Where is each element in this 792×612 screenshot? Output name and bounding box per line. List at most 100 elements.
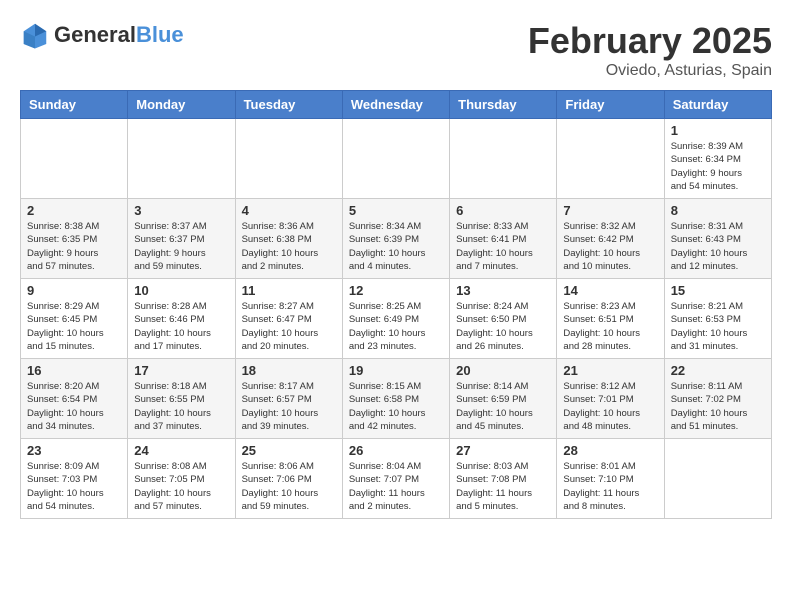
day-info: Sunrise: 8:38 AM Sunset: 6:35 PM Dayligh… xyxy=(27,220,121,273)
day-number: 24 xyxy=(134,443,228,458)
calendar-cell xyxy=(21,119,128,199)
calendar-week-row: 23 Sunrise: 8:09 AM Sunset: 7:03 PM Dayli… xyxy=(21,439,772,519)
calendar-cell: 22 Sunrise: 8:11 AM Sunset: 7:02 PM Dayli… xyxy=(664,359,771,439)
calendar-cell: 21Sunrise: 8:12 AM Sunset: 7:01 PM Dayli… xyxy=(557,359,664,439)
calendar-cell: 3Sunrise: 8:37 AM Sunset: 6:37 PM Daylig… xyxy=(128,199,235,279)
calendar-cell: 24Sunrise: 8:08 AM Sunset: 7:05 PM Dayli… xyxy=(128,439,235,519)
day-info: Sunrise: 8:27 AM Sunset: 6:47 PM Dayligh… xyxy=(242,300,336,353)
day-info: Sunrise: 8:17 AM Sunset: 6:57 PM Dayligh… xyxy=(242,380,336,433)
calendar-week-row: 16 Sunrise: 8:20 AM Sunset: 6:54 PM Dayli… xyxy=(21,359,772,439)
calendar-cell: 6 Sunrise: 8:33 AM Sunset: 6:41 PM Daylig… xyxy=(450,199,557,279)
calendar-cell: 11Sunrise: 8:27 AM Sunset: 6:47 PM Dayli… xyxy=(235,279,342,359)
calendar-cell: 20 Sunrise: 8:14 AM Sunset: 6:59 PM Dayli… xyxy=(450,359,557,439)
weekday-header: Saturday xyxy=(664,91,771,119)
day-info: Sunrise: 8:06 AM Sunset: 7:06 PM Dayligh… xyxy=(242,460,336,513)
day-number: 19 xyxy=(349,363,443,378)
day-number: 18 xyxy=(242,363,336,378)
day-info: Sunrise: 8:12 AM Sunset: 7:01 PM Dayligh… xyxy=(563,380,657,433)
day-number: 16 xyxy=(27,363,121,378)
day-info: Sunrise: 8:25 AM Sunset: 6:49 PM Dayligh… xyxy=(349,300,443,353)
day-info: Sunrise: 8:29 AM Sunset: 6:45 PM Dayligh… xyxy=(27,300,121,353)
day-info: Sunrise: 8:24 AM Sunset: 6:50 PM Dayligh… xyxy=(456,300,550,353)
day-info: Sunrise: 8:34 AM Sunset: 6:39 PM Dayligh… xyxy=(349,220,443,273)
day-number: 7 xyxy=(563,203,657,218)
day-number: 15 xyxy=(671,283,765,298)
day-number: 12 xyxy=(349,283,443,298)
day-number: 4 xyxy=(242,203,336,218)
calendar-cell: 2 Sunrise: 8:38 AM Sunset: 6:35 PM Daylig… xyxy=(21,199,128,279)
calendar-cell: 18 Sunrise: 8:17 AM Sunset: 6:57 PM Dayli… xyxy=(235,359,342,439)
calendar-cell: 1 Sunrise: 8:39 AM Sunset: 6:34 PM Daylig… xyxy=(664,119,771,199)
logo-text: GeneralBlue xyxy=(54,22,184,48)
day-number: 1 xyxy=(671,123,765,138)
page: GeneralBlue February 2025 Oviedo, Asturi… xyxy=(0,0,792,539)
day-number: 20 xyxy=(456,363,550,378)
calendar-cell xyxy=(557,119,664,199)
calendar-header-row: SundayMondayTuesdayWednesdayThursdayFrid… xyxy=(21,91,772,119)
logo-icon xyxy=(20,20,50,50)
logo-blue: Blue xyxy=(136,22,184,47)
calendar-cell: 14 Sunrise: 8:23 AM Sunset: 6:51 PM Dayli… xyxy=(557,279,664,359)
day-info: Sunrise: 8:36 AM Sunset: 6:38 PM Dayligh… xyxy=(242,220,336,273)
calendar-cell: 10Sunrise: 8:28 AM Sunset: 6:46 PM Dayli… xyxy=(128,279,235,359)
logo: GeneralBlue xyxy=(20,20,184,50)
day-info: Sunrise: 8:31 AM Sunset: 6:43 PM Dayligh… xyxy=(671,220,765,273)
day-number: 22 xyxy=(671,363,765,378)
weekday-header: Thursday xyxy=(450,91,557,119)
day-number: 2 xyxy=(27,203,121,218)
day-number: 26 xyxy=(349,443,443,458)
calendar-cell: 25Sunrise: 8:06 AM Sunset: 7:06 PM Dayli… xyxy=(235,439,342,519)
calendar-cell xyxy=(235,119,342,199)
calendar-cell: 17 Sunrise: 8:18 AM Sunset: 6:55 PM Dayli… xyxy=(128,359,235,439)
weekday-header: Wednesday xyxy=(342,91,449,119)
calendar-subtitle: Oviedo, Asturias, Spain xyxy=(528,62,772,80)
day-info: Sunrise: 8:32 AM Sunset: 6:42 PM Dayligh… xyxy=(563,220,657,273)
day-number: 5 xyxy=(349,203,443,218)
day-info: Sunrise: 8:18 AM Sunset: 6:55 PM Dayligh… xyxy=(134,380,228,433)
day-info: Sunrise: 8:14 AM Sunset: 6:59 PM Dayligh… xyxy=(456,380,550,433)
calendar-week-row: 9 Sunrise: 8:29 AM Sunset: 6:45 PM Daylig… xyxy=(21,279,772,359)
day-number: 23 xyxy=(27,443,121,458)
day-info: Sunrise: 8:39 AM Sunset: 6:34 PM Dayligh… xyxy=(671,140,765,193)
day-info: Sunrise: 8:15 AM Sunset: 6:58 PM Dayligh… xyxy=(349,380,443,433)
calendar-cell: 4 Sunrise: 8:36 AM Sunset: 6:38 PM Daylig… xyxy=(235,199,342,279)
header: GeneralBlue February 2025 Oviedo, Asturi… xyxy=(20,20,772,80)
day-number: 6 xyxy=(456,203,550,218)
title-area: February 2025 Oviedo, Asturias, Spain xyxy=(528,20,772,80)
day-info: Sunrise: 8:20 AM Sunset: 6:54 PM Dayligh… xyxy=(27,380,121,433)
logo-general: General xyxy=(54,22,136,47)
calendar-table: SundayMondayTuesdayWednesdayThursdayFrid… xyxy=(20,90,772,519)
day-info: Sunrise: 8:11 AM Sunset: 7:02 PM Dayligh… xyxy=(671,380,765,433)
calendar-cell: 12 Sunrise: 8:25 AM Sunset: 6:49 PM Dayli… xyxy=(342,279,449,359)
weekday-header: Sunday xyxy=(21,91,128,119)
day-info: Sunrise: 8:09 AM Sunset: 7:03 PM Dayligh… xyxy=(27,460,121,513)
day-number: 17 xyxy=(134,363,228,378)
calendar-cell xyxy=(450,119,557,199)
day-info: Sunrise: 8:33 AM Sunset: 6:41 PM Dayligh… xyxy=(456,220,550,273)
day-number: 8 xyxy=(671,203,765,218)
calendar-cell: 7 Sunrise: 8:32 AM Sunset: 6:42 PM Daylig… xyxy=(557,199,664,279)
calendar-cell xyxy=(342,119,449,199)
calendar-cell: 26 Sunrise: 8:04 AM Sunset: 7:07 PM Dayli… xyxy=(342,439,449,519)
day-number: 9 xyxy=(27,283,121,298)
day-info: Sunrise: 8:23 AM Sunset: 6:51 PM Dayligh… xyxy=(563,300,657,353)
calendar-cell: 13 Sunrise: 8:24 AM Sunset: 6:50 PM Dayli… xyxy=(450,279,557,359)
calendar-cell: 5 Sunrise: 8:34 AM Sunset: 6:39 PM Daylig… xyxy=(342,199,449,279)
calendar-cell: 23 Sunrise: 8:09 AM Sunset: 7:03 PM Dayli… xyxy=(21,439,128,519)
calendar-cell: 15Sunrise: 8:21 AM Sunset: 6:53 PM Dayli… xyxy=(664,279,771,359)
calendar-cell xyxy=(128,119,235,199)
calendar-cell: 28Sunrise: 8:01 AM Sunset: 7:10 PM Dayli… xyxy=(557,439,664,519)
calendar-cell: 9 Sunrise: 8:29 AM Sunset: 6:45 PM Daylig… xyxy=(21,279,128,359)
day-number: 13 xyxy=(456,283,550,298)
calendar-cell: 8 Sunrise: 8:31 AM Sunset: 6:43 PM Daylig… xyxy=(664,199,771,279)
day-info: Sunrise: 8:03 AM Sunset: 7:08 PM Dayligh… xyxy=(456,460,550,513)
weekday-header: Friday xyxy=(557,91,664,119)
day-number: 27 xyxy=(456,443,550,458)
day-number: 3 xyxy=(134,203,228,218)
calendar-week-row: 2 Sunrise: 8:38 AM Sunset: 6:35 PM Daylig… xyxy=(21,199,772,279)
weekday-header: Monday xyxy=(128,91,235,119)
day-number: 14 xyxy=(563,283,657,298)
weekday-header: Tuesday xyxy=(235,91,342,119)
day-info: Sunrise: 8:01 AM Sunset: 7:10 PM Dayligh… xyxy=(563,460,657,513)
day-info: Sunrise: 8:04 AM Sunset: 7:07 PM Dayligh… xyxy=(349,460,443,513)
